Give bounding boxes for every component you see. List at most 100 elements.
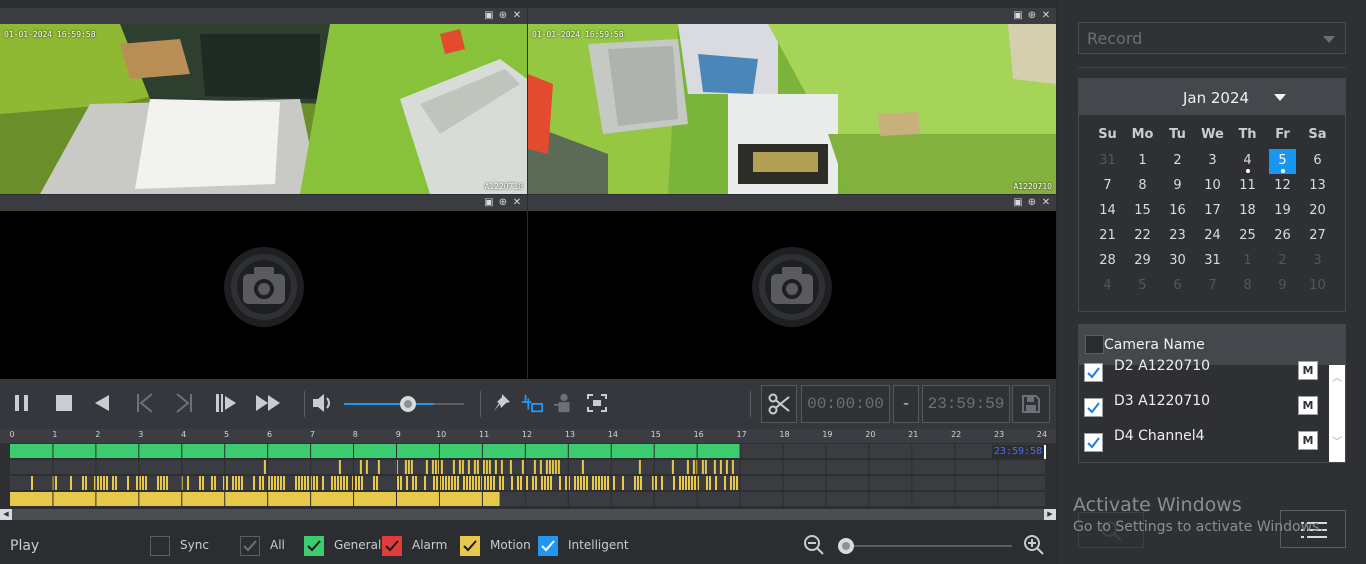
zoom-icon[interactable]: ⊕ (1026, 196, 1038, 209)
smart-search-button[interactable] (520, 389, 544, 417)
calendar-day[interactable]: 7 (1195, 274, 1230, 299)
general-checkbox[interactable] (304, 536, 324, 556)
list-item[interactable]: D2 A1220710 M (1079, 357, 1345, 392)
calendar-day[interactable]: 10 (1195, 174, 1230, 199)
clip-start-time[interactable]: 00:00:00 (801, 385, 890, 423)
video-tile-2[interactable]: ▣ ⊕ ✕ 01-01-2024 16:59:58 A1220710 (528, 8, 1056, 194)
alarm-checkbox[interactable] (382, 536, 402, 556)
calendar-day[interactable]: 8 (1125, 174, 1160, 199)
camera-checkbox[interactable] (1084, 433, 1103, 452)
clip-end-time[interactable]: 23:59:59 (922, 385, 1010, 423)
calendar-day[interactable]: 31 (1090, 149, 1125, 174)
calendar-day[interactable]: 14 (1090, 199, 1125, 224)
motion-checkbox[interactable] (460, 536, 480, 556)
calendar-day[interactable]: 11 (1230, 174, 1265, 199)
pause-button[interactable] (10, 389, 34, 417)
list-item[interactable]: D4 Channel4 M (1079, 427, 1345, 462)
all-checkbox[interactable] (240, 536, 260, 556)
calendar-day[interactable]: 27 (1300, 224, 1335, 249)
video-tile-1[interactable]: ▣ ⊕ ✕ 01-01-2024 16:59:58 A1220710 (0, 8, 527, 194)
calendar-day[interactable]: 29 (1125, 249, 1160, 274)
calendar-day[interactable]: 31 (1195, 249, 1230, 274)
clip-button[interactable] (761, 385, 797, 423)
fast-forward-button[interactable] (254, 389, 282, 417)
calendar-day[interactable]: 1 (1230, 249, 1265, 274)
snapshot-icon[interactable]: ▣ (483, 9, 495, 22)
stop-button[interactable] (52, 389, 76, 417)
calendar-day[interactable]: 6 (1300, 149, 1335, 174)
calendar-day[interactable]: 2 (1160, 149, 1195, 174)
chevron-up-icon[interactable]: ︿ (1332, 369, 1342, 384)
calendar-day[interactable]: 17 (1195, 199, 1230, 224)
calendar-day[interactable]: 20 (1300, 199, 1335, 224)
pin-button[interactable] (490, 389, 514, 417)
snapshot-icon[interactable]: ▣ (1012, 9, 1024, 22)
calendar-day[interactable]: 2 (1265, 249, 1300, 274)
calendar-day[interactable]: 4 (1230, 149, 1265, 174)
calendar-day[interactable]: 23 (1160, 224, 1195, 249)
scroll-right-icon[interactable]: ▶ (1044, 509, 1056, 520)
calendar-day[interactable]: 18 (1230, 199, 1265, 224)
close-icon[interactable]: ✕ (511, 9, 523, 22)
slow-play-button[interactable] (214, 389, 238, 417)
camera-mode-button[interactable]: M (1298, 396, 1318, 415)
scroll-left-icon[interactable]: ◀ (0, 509, 12, 520)
select-all-checkbox[interactable] (1085, 335, 1104, 354)
video-tile-4[interactable]: ▣ ⊕ ✕ (528, 195, 1056, 379)
calendar-day[interactable]: 9 (1265, 274, 1300, 299)
chevron-down-icon[interactable] (1274, 94, 1286, 101)
calendar-day[interactable]: 8 (1230, 274, 1265, 299)
volume-button[interactable] (311, 389, 335, 417)
calendar-day[interactable]: 4 (1090, 274, 1125, 299)
record-tracks[interactable]: 23:59:58 (10, 443, 1046, 508)
calendar-day[interactable]: 15 (1125, 199, 1160, 224)
calendar-day[interactable]: 28 (1090, 249, 1125, 274)
calendar-day[interactable]: 12 (1265, 174, 1300, 199)
time-cursor[interactable] (1044, 445, 1046, 459)
list-item[interactable]: D3 A1220710 M (1079, 392, 1345, 427)
next-frame-button[interactable] (172, 389, 196, 417)
reverse-play-button[interactable] (90, 389, 114, 417)
intelligent-checkbox[interactable] (538, 536, 558, 556)
calendar-day[interactable]: 1 (1125, 149, 1160, 174)
timeline[interactable]: 0 1 2 3 4 5 6 7 8 9 10 11 12 13 14 15 16 17 18 19 20 21 22 23 24… (0, 429, 1056, 520)
close-icon[interactable]: ✕ (511, 196, 523, 209)
zoom-icon[interactable]: ⊕ (1026, 9, 1038, 22)
previous-frame-button[interactable] (133, 389, 157, 417)
zoom-icon[interactable]: ⊕ (497, 9, 509, 22)
calendar-day[interactable]: 19 (1265, 199, 1300, 224)
calendar-day[interactable]: 22 (1125, 224, 1160, 249)
timeline-zoom-slider[interactable] (834, 536, 1014, 556)
calendar-header[interactable]: Jan 2024 (1079, 79, 1345, 115)
calendar-day[interactable]: 21 (1090, 224, 1125, 249)
camera-mode-button[interactable]: M (1298, 361, 1318, 380)
camera-list-scrollbar[interactable]: ︿ ﹀ (1329, 365, 1345, 462)
sync-checkbox[interactable] (150, 536, 170, 556)
snapshot-icon[interactable]: ▣ (1012, 196, 1024, 209)
calendar-day[interactable]: 9 (1160, 174, 1195, 199)
zoom-in-button[interactable] (1023, 534, 1045, 559)
calendar-day[interactable]: 5 (1269, 149, 1296, 174)
video-tile-3[interactable]: ▣ ⊕ ✕ (0, 195, 527, 379)
calendar-day[interactable]: 26 (1265, 224, 1300, 249)
zoom-out-button[interactable] (803, 534, 825, 559)
calendar-day[interactable]: 7 (1090, 174, 1125, 199)
close-icon[interactable]: ✕ (1040, 196, 1052, 209)
calendar-day[interactable]: 30 (1160, 249, 1195, 274)
camera-checkbox[interactable] (1084, 398, 1103, 417)
calendar-day[interactable]: 3 (1300, 249, 1335, 274)
calendar-day[interactable]: 10 (1300, 274, 1335, 299)
timeline-scrollbar[interactable]: ◀ ▶ (0, 509, 1056, 520)
calendar-day[interactable]: 16 (1160, 199, 1195, 224)
calendar-day[interactable]: 6 (1160, 274, 1195, 299)
volume-slider[interactable] (344, 395, 466, 413)
record-type-select[interactable]: Record (1078, 22, 1346, 54)
fullscreen-button[interactable] (585, 389, 609, 417)
close-icon[interactable]: ✕ (1040, 9, 1052, 22)
camera-mode-button[interactable]: M (1298, 431, 1318, 450)
snapshot-icon[interactable]: ▣ (483, 196, 495, 209)
person-search-button[interactable] (552, 389, 576, 417)
calendar-day[interactable]: 25 (1230, 224, 1265, 249)
chevron-down-icon[interactable]: ﹀ (1332, 433, 1342, 448)
calendar-day[interactable]: 13 (1300, 174, 1335, 199)
